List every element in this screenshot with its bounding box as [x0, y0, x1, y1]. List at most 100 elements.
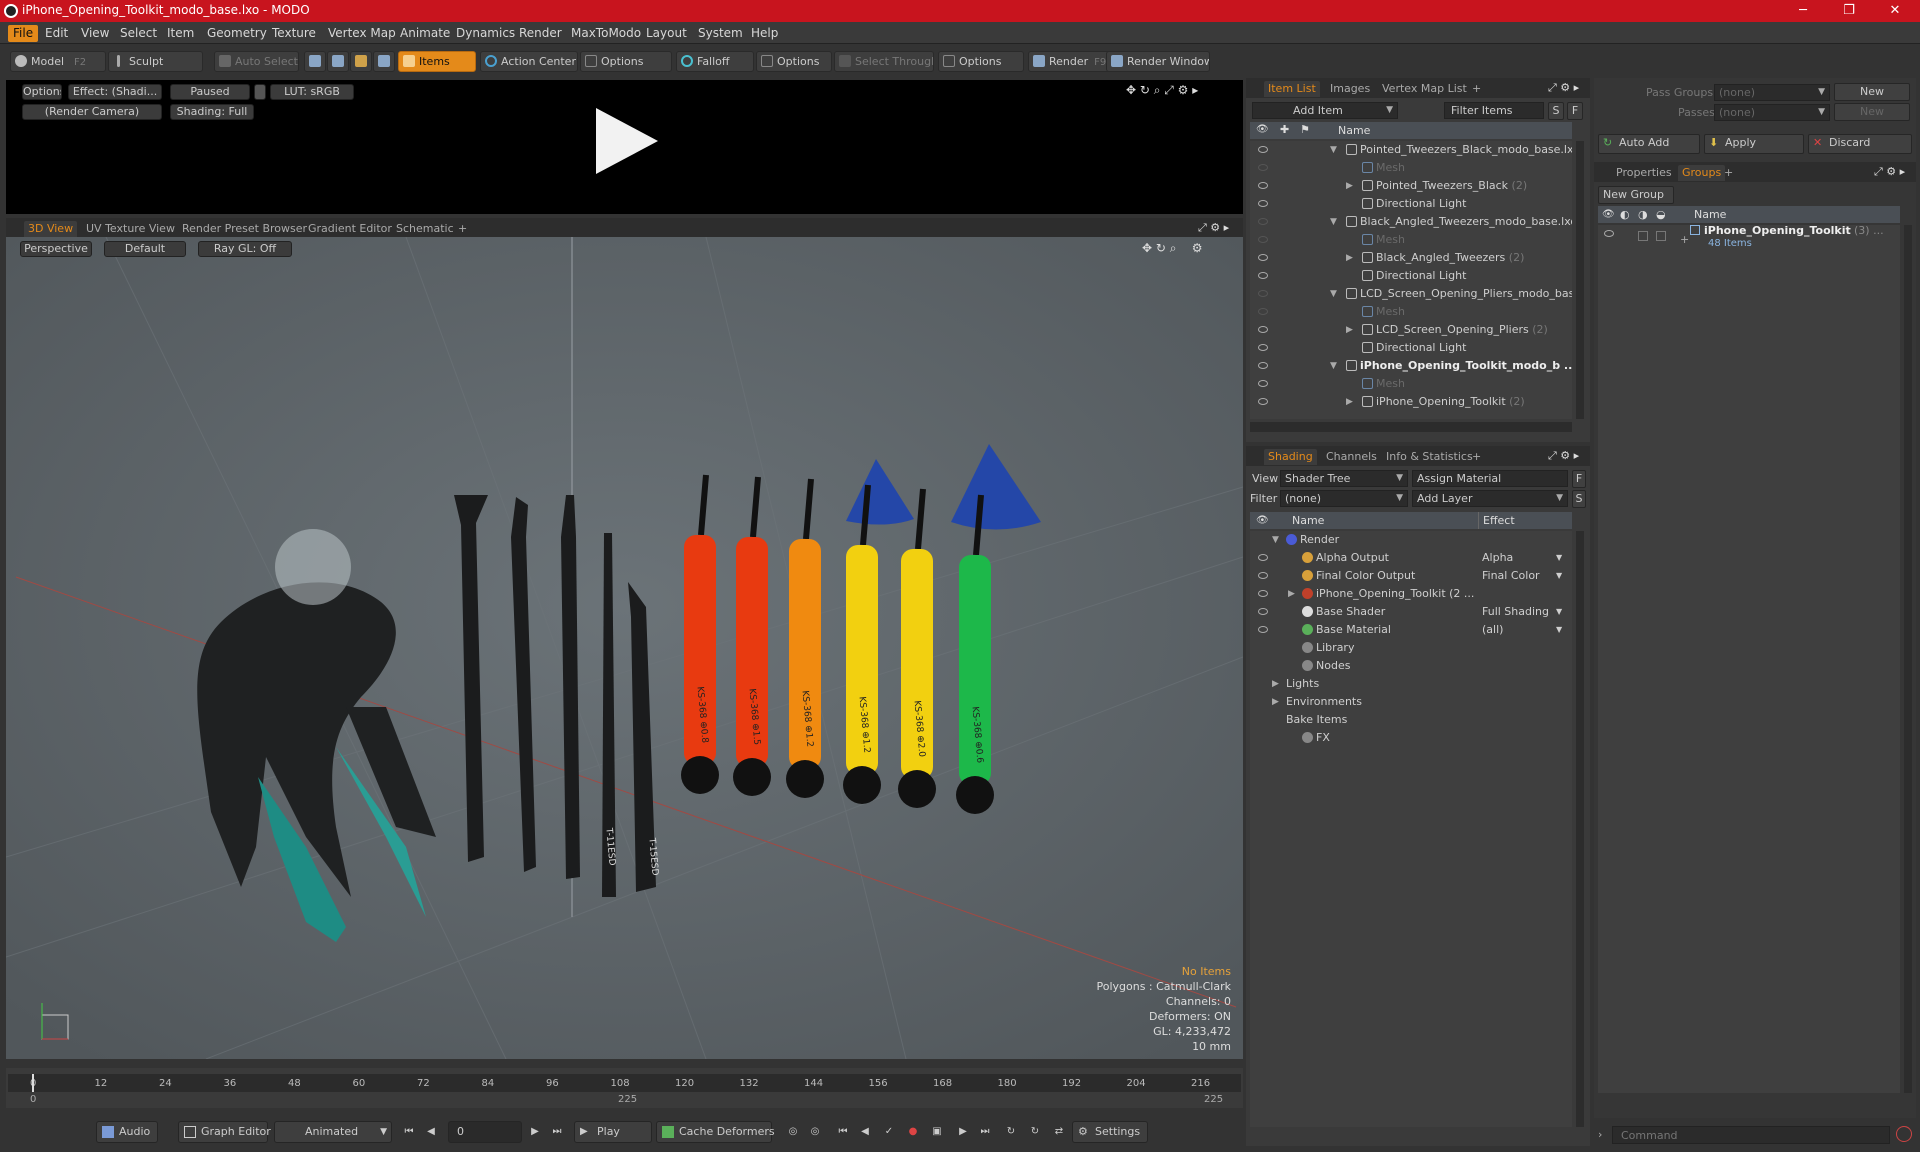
item-list-row[interactable]: Mesh	[1250, 303, 1572, 321]
shader-tree-row[interactable]: Base Shader Full Shading ▼	[1250, 603, 1572, 621]
expand-arrow-icon[interactable]: ▶	[1346, 177, 1353, 195]
next-key-icon[interactable]: ⏭	[978, 1125, 992, 1139]
select-options-button[interactable]: Options	[938, 51, 1024, 72]
new-group-button[interactable]: New Group	[1598, 186, 1674, 204]
tab-info-statistics[interactable]: Info & Statistics	[1382, 449, 1477, 465]
model-mode-button[interactable]: Model F2	[10, 51, 106, 72]
vertices-mode-button[interactable]	[304, 51, 326, 72]
menu-select[interactable]: Select	[115, 25, 162, 42]
tab-panel-icons[interactable]: ⤢ ⚙ ▸	[1198, 221, 1229, 235]
shader-scrollbar[interactable]	[1576, 531, 1584, 1127]
loop2-icon[interactable]: ↻	[1028, 1125, 1042, 1139]
item-list-row[interactable]: ▶ LCD_Screen_Opening_Pliers (2)	[1250, 321, 1572, 339]
panel-icons[interactable]: ⤢ ⚙ ▸	[1874, 165, 1905, 179]
cache-deformers-button[interactable]: Cache Deformers	[656, 1121, 775, 1143]
menu-layout[interactable]: Layout	[641, 25, 692, 42]
materials-mode-button[interactable]	[373, 51, 395, 72]
tab-channels[interactable]: Channels	[1322, 449, 1381, 465]
action-center-button[interactable]: Action Center	[480, 51, 578, 72]
visibility-eye-icon[interactable]	[1258, 554, 1268, 561]
collapse-arrow-icon[interactable]: ▼	[1330, 357, 1337, 375]
play-preview-icon[interactable]	[596, 108, 658, 174]
polygons-mode-button[interactable]	[350, 51, 372, 72]
menu-dynamics[interactable]: Dynamics	[451, 25, 520, 42]
filter-f-button[interactable]: F	[1567, 102, 1583, 120]
expand-arrow-icon[interactable]: ▶	[1346, 321, 1353, 339]
shader-tree-row[interactable]: ▼ Render	[1250, 531, 1572, 549]
add-layer-dropdown[interactable]: Add Layer ▼	[1412, 490, 1568, 507]
preview-paused-button[interactable]: Paused	[170, 84, 250, 100]
command-field[interactable]	[1613, 1127, 1889, 1143]
key-prev-icon[interactable]: ◀	[858, 1125, 872, 1139]
new-pass-group-button[interactable]: New	[1834, 83, 1910, 101]
go-start-icon[interactable]: ⏮	[402, 1125, 416, 1139]
visibility-eye-icon[interactable]	[1604, 230, 1614, 237]
menu-vertex-map[interactable]: Vertex Map	[323, 25, 401, 42]
visibility-eye-icon[interactable]	[1258, 308, 1268, 315]
menu-geometry[interactable]: Geometry	[202, 25, 272, 42]
item-list-row[interactable]: ▶ Black_Angled_Tweezers (2)	[1250, 249, 1572, 267]
item-list-row[interactable]: Mesh	[1250, 375, 1572, 393]
checkbox-icon[interactable]	[1638, 231, 1648, 241]
expand-plus-icon[interactable]: +	[1680, 233, 1689, 246]
expand-arrow-icon[interactable]: ▶	[1346, 249, 1353, 267]
shader-tree-row[interactable]: Alpha Output Alpha ▼	[1250, 549, 1572, 567]
new-pass-button[interactable]: New	[1834, 103, 1910, 121]
next-frame-icon[interactable]: ▶	[528, 1125, 542, 1139]
preview-effect-dropdown[interactable]: Effect: (Shadi...	[68, 84, 162, 100]
prev-frame-icon[interactable]: ◀	[424, 1125, 438, 1139]
settings-button[interactable]: ⚙ Settings	[1072, 1121, 1148, 1143]
visibility-eye-icon[interactable]	[1258, 326, 1268, 333]
tab-images[interactable]: Images	[1326, 81, 1374, 97]
visibility-eye-icon[interactable]	[1258, 146, 1268, 153]
shader-tree-row[interactable]: ▶ Lights	[1250, 675, 1572, 693]
visibility-eye-icon[interactable]	[1258, 380, 1268, 387]
item-list-row[interactable]: Mesh	[1250, 231, 1572, 249]
ray-gl-dropdown[interactable]: Ray GL: Off	[198, 241, 292, 257]
menu-view[interactable]: View	[76, 25, 114, 42]
add-tab-button[interactable]: +	[1468, 449, 1485, 465]
apply-button[interactable]: ⬇ Apply	[1704, 134, 1804, 154]
visibility-eye-icon[interactable]	[1258, 626, 1268, 633]
add-item-dropdown[interactable]: Add Item ▼	[1252, 102, 1398, 119]
tab-properties[interactable]: Properties	[1612, 165, 1676, 181]
view-dropdown[interactable]: Shader Tree ▼	[1280, 470, 1408, 487]
select-through-button[interactable]: Select Through	[834, 51, 934, 72]
visibility-eye-icon[interactable]	[1258, 200, 1268, 207]
shader-tree-row[interactable]: Base Material (all) ▼	[1250, 621, 1572, 639]
item-list-row[interactable]: Directional Light	[1250, 195, 1572, 213]
render-camera-dropdown[interactable]: (Render Camera)	[22, 104, 162, 120]
item-list-row[interactable]: Mesh	[1250, 159, 1572, 177]
timeline-playhead[interactable]	[32, 1074, 34, 1092]
shading-dropdown[interactable]: Shading: Full	[170, 104, 254, 120]
item-list-row[interactable]: Directional Light	[1250, 267, 1572, 285]
action-center-options-button[interactable]: Options	[580, 51, 672, 72]
visibility-eye-icon[interactable]	[1258, 590, 1268, 597]
filter-dropdown[interactable]: (none) ▼	[1280, 490, 1408, 507]
item-list-row[interactable]: ▶ Pointed_Tweezers_Black (2)	[1250, 177, 1572, 195]
visibility-eye-icon[interactable]	[1258, 182, 1268, 189]
perspective-dropdown[interactable]: Perspective	[20, 241, 92, 257]
menu-file[interactable]: File	[8, 25, 39, 42]
effect-value[interactable]: Alpha	[1482, 549, 1513, 567]
tab-vertex-map-list[interactable]: Vertex Map List	[1378, 81, 1471, 97]
item-list-row[interactable]: ▼ LCD_Screen_Opening_Pliers_modo_bas ...	[1250, 285, 1572, 303]
tab-groups[interactable]: Groups	[1678, 165, 1726, 181]
item-list-scrollbar[interactable]	[1576, 141, 1584, 419]
sculpt-mode-button[interactable]: Sculpt	[108, 51, 203, 72]
passes-dropdown[interactable]: (none) ▼	[1714, 104, 1830, 121]
item-list-row[interactable]: ▶ iPhone_Opening_Toolkit (2)	[1250, 393, 1572, 411]
shader-tree-row[interactable]: ▶ iPhone_Opening_Toolkit (2 ...	[1250, 585, 1572, 603]
menu-render[interactable]: Render	[514, 25, 567, 42]
key-all-icon[interactable]: ◎	[808, 1125, 822, 1139]
shading-s-button[interactable]: S	[1572, 490, 1586, 508]
frame-input[interactable]: 0	[448, 1121, 522, 1143]
default-dropdown[interactable]: Default	[104, 241, 186, 257]
item-list-row[interactable]: Directional Light	[1250, 339, 1572, 357]
add-tab-button[interactable]: +	[1720, 165, 1737, 181]
tab-render-preset-browser[interactable]: Render Preset Browser	[178, 221, 311, 237]
menu-edit[interactable]: Edit	[40, 25, 73, 42]
collapse-arrow-icon[interactable]: ▼	[1330, 285, 1337, 303]
falloff-options-button[interactable]: Options	[756, 51, 832, 72]
pass-groups-dropdown[interactable]: (none) ▼	[1714, 84, 1830, 101]
